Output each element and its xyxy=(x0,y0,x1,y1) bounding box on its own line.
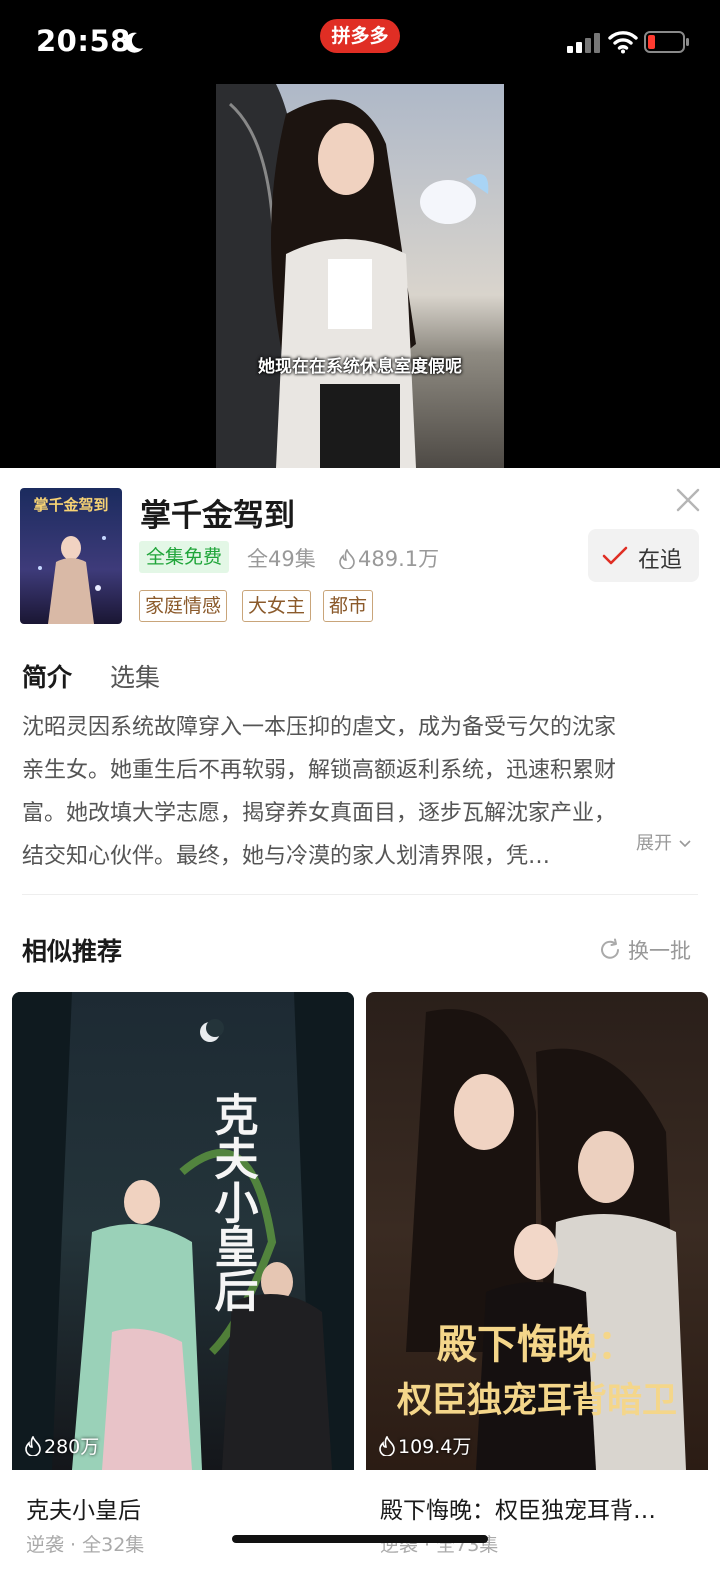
tab-intro[interactable]: 简介 xyxy=(22,658,72,694)
card-poster: 殿下悔晚： 权臣独宠耳背暗卫 xyxy=(366,992,708,1470)
card-heat: 109.4万 xyxy=(378,1432,471,1459)
synopsis-line: 沈昭灵因系统故障穿入一本压抑的虐文，成为备受亏欠的沈家 xyxy=(22,715,617,740)
card-title: 克夫小皇后 xyxy=(26,1498,141,1524)
heat-value: 489.1万 xyxy=(358,547,440,571)
heat-count: 489.1万 xyxy=(338,543,439,573)
status-time: 20:58 xyxy=(36,24,131,58)
tag-heroine[interactable]: 大女主 xyxy=(242,590,312,622)
home-indicator[interactable] xyxy=(232,1535,488,1543)
refresh-button[interactable]: 换一批 xyxy=(598,935,691,965)
poster-title-art: 克夫小皇后 xyxy=(207,1092,259,1312)
signal-icon xyxy=(567,33,600,53)
episode-count: 全49集 xyxy=(247,547,316,571)
follow-label: 在追 xyxy=(638,548,683,573)
poster-image: 克夫小皇后 xyxy=(12,992,354,1470)
card-meta: 逆袭 · 全32集 xyxy=(26,1534,145,1556)
free-badge: 全集免费 xyxy=(139,541,230,573)
check-icon xyxy=(602,546,628,565)
poster-title-line2: 权臣独宠耳背暗卫 xyxy=(396,1380,677,1421)
card-heat: 280万 xyxy=(24,1432,99,1459)
recommendations-title: 相似推荐 xyxy=(22,937,123,966)
chevron-down-icon xyxy=(679,840,691,848)
recommendation-card[interactable]: 克夫小皇后 280万 克夫小皇后 逆袭 · 全32集 xyxy=(12,992,354,1572)
follow-button[interactable]: 在追 xyxy=(588,529,699,582)
drama-cover[interactable]: 掌千金驾到 xyxy=(20,488,122,624)
cover-image: 掌千金驾到 xyxy=(20,488,122,624)
flame-icon xyxy=(339,548,355,570)
wifi-icon xyxy=(608,31,638,54)
tag-urban[interactable]: 都市 xyxy=(323,590,374,622)
refresh-label: 换一批 xyxy=(628,939,691,963)
status-bar: 20:58 拼多多 xyxy=(0,0,720,84)
video-frame[interactable]: 她现在在系统休息室度假呢 xyxy=(216,84,504,468)
video-subtitle: 她现在在系统休息室度假呢 xyxy=(258,357,462,377)
synopsis-text: 沈昭灵因系统故障穿入一本压抑的虐文，成为备受亏欠的沈家 亲生女。她重生后不再软弱… xyxy=(22,706,702,878)
tab-episodes[interactable]: 选集 xyxy=(110,658,160,694)
card-heat-value: 280万 xyxy=(44,1436,100,1458)
card-title: 殿下悔晚：权臣独宠耳背… xyxy=(380,1498,656,1524)
close-icon[interactable] xyxy=(674,486,702,514)
card-poster: 克夫小皇后 xyxy=(12,992,354,1470)
refresh-icon xyxy=(601,938,619,959)
recommendation-card[interactable]: 殿下悔晚： 权臣独宠耳背暗卫 109.4万 殿下悔晚：权臣独宠耳背… 逆袭 · … xyxy=(366,992,708,1572)
synopsis-line: 结交知心伙伴。最终，她与冷漠的家人划清界限，凭… xyxy=(22,844,551,869)
drama-title: 掌千金驾到 xyxy=(140,498,295,534)
synopsis-line: 亲生女。她重生后不再软弱，解锁高额返利系统，迅速积累财 xyxy=(22,758,617,783)
expand-label: 展开 xyxy=(636,833,672,854)
card-heat-value: 109.4万 xyxy=(398,1436,472,1458)
video-still-image xyxy=(216,84,504,468)
poster-image: 殿下悔晚： 权臣独宠耳背暗卫 xyxy=(366,992,708,1470)
flame-icon xyxy=(379,1435,395,1457)
poster-title-line1: 殿下悔晚： xyxy=(437,1321,637,1368)
moon-icon xyxy=(124,32,143,53)
tag-family[interactable]: 家庭情感 xyxy=(139,590,228,622)
synopsis-line: 富。她改填大学志愿，揭穿养女真面目，逐步瓦解沈家产业， xyxy=(22,801,617,826)
battery-icon xyxy=(644,31,689,53)
cover-title-art: 掌千金驾到 xyxy=(33,496,108,514)
flame-icon xyxy=(25,1435,41,1457)
section-divider xyxy=(22,894,698,895)
expand-button[interactable]: 展开 xyxy=(636,829,692,855)
app-badge: 拼多多 xyxy=(320,19,400,53)
